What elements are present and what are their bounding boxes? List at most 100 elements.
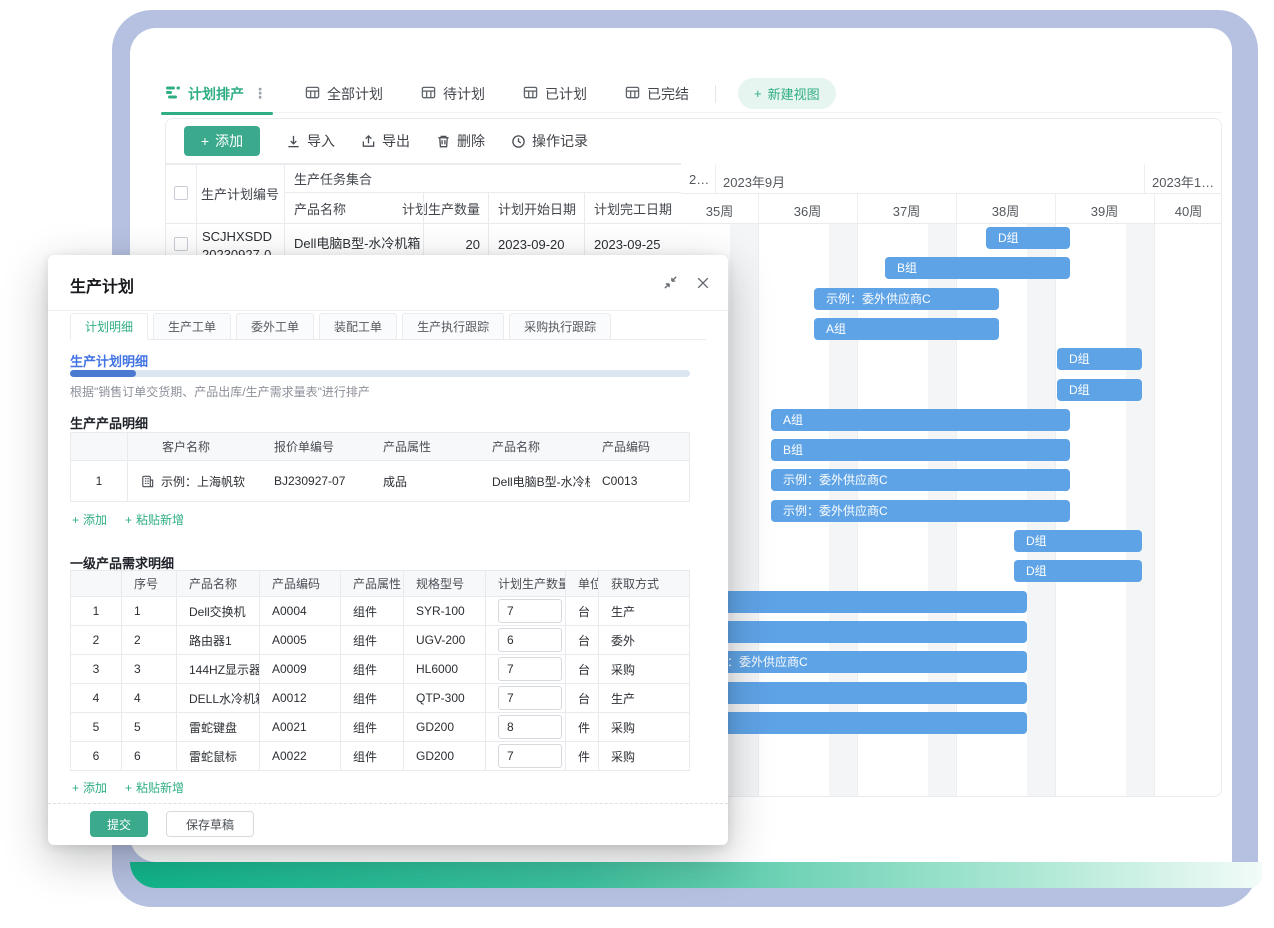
table-view-icon	[305, 85, 320, 103]
modal-tab-生产执行跟踪[interactable]: 生产执行跟踪	[402, 313, 504, 340]
plan-detail-link[interactable]: 生产计划明细	[70, 351, 148, 370]
submit-button[interactable]: 提交	[90, 811, 148, 837]
production-plan-modal: 生产计划 计划明细生产工单委外工单装配工单生产执行跟踪采购执行跟踪 生产计划明细…	[48, 255, 728, 845]
cell: A0005	[259, 626, 340, 654]
close-icon[interactable]	[696, 276, 710, 295]
operation-log-button[interactable]: 操作记录	[511, 131, 588, 151]
gantt-bar[interactable]: D组	[1057, 348, 1142, 370]
cell: 组件	[340, 742, 403, 770]
gantt-bar[interactable]: A组	[814, 318, 999, 340]
view-tab-bar: 计划排产 ⋮ 全部计划 待计划 已计划 已完结 + 新建视图	[165, 75, 1222, 113]
column-header-start-date: 计划开始日期	[488, 193, 584, 223]
cell: 雷蛇键盘	[176, 713, 259, 741]
cell: 台	[565, 655, 598, 683]
view-tab-planned[interactable]: 已计划	[523, 75, 587, 113]
header-cell: 产品属性	[371, 433, 480, 460]
save-draft-button[interactable]: 保存草稿	[166, 811, 254, 837]
paste-add-button[interactable]: +粘贴新增	[125, 511, 184, 528]
modal-tab-委外工单[interactable]: 委外工单	[236, 313, 314, 340]
gantt-bar[interactable]: 示例：委外供应商C	[771, 500, 1070, 522]
import-button[interactable]: 导入	[286, 131, 335, 151]
delete-label: 删除	[457, 131, 485, 151]
cell: QTP-300	[403, 684, 485, 712]
cell: 台	[565, 684, 598, 712]
gantt-bar[interactable]: B组	[771, 439, 1070, 461]
qty-input[interactable]	[498, 599, 562, 623]
company-icon	[140, 474, 155, 489]
gantt-week-label: 35周	[681, 201, 758, 220]
row-checkbox[interactable]	[174, 237, 188, 251]
cell: 4	[121, 684, 176, 712]
progress-track	[70, 370, 690, 377]
cell: 委外	[598, 626, 689, 654]
gantt-bar[interactable]: D组	[1057, 379, 1142, 401]
view-tab-more-icon[interactable]: ⋮	[253, 85, 267, 102]
qty-input[interactable]	[498, 686, 562, 710]
gantt-bar[interactable]: A组	[691, 621, 1027, 643]
qty-input[interactable]	[498, 715, 562, 739]
collapse-icon[interactable]	[663, 275, 678, 295]
week-divider	[1154, 193, 1155, 797]
view-tab-finished[interactable]: 已完结	[625, 75, 689, 113]
new-view-button[interactable]: + 新建视图	[738, 78, 836, 109]
view-tab-plan-scheduling[interactable]: 计划排产 ⋮	[165, 75, 267, 113]
gantt-bar[interactable]: D组	[986, 227, 1070, 249]
table1-actions: +添加 +粘贴新增	[72, 511, 184, 528]
table-header-row: 序号产品名称产品编码产品属性规格型号计划生产数量单位获取方式	[71, 571, 689, 596]
gantt-bar[interactable]: 示例：委外供应商C	[814, 288, 999, 310]
modal-tab-生产工单[interactable]: 生产工单	[153, 313, 231, 340]
delete-button[interactable]: 删除	[436, 131, 485, 151]
table2-actions: +添加 +粘贴新增	[72, 779, 184, 796]
modal-tab-bar: 计划明细生产工单委外工单装配工单生产执行跟踪采购执行跟踪	[70, 313, 616, 340]
cell: 生产	[598, 684, 689, 712]
view-tab-pending[interactable]: 待计划	[421, 75, 485, 113]
cell: 采购	[598, 742, 689, 770]
plus-icon: +	[72, 513, 79, 527]
table-row: 44DELL水冷机箱A0012组件QTP-300台生产	[71, 683, 689, 712]
export-button[interactable]: 导出	[361, 131, 410, 151]
modal-title: 生产计划	[70, 273, 134, 297]
column-header-plan-no: 生产计划编号	[196, 164, 284, 223]
clock-icon	[511, 134, 526, 149]
gantt-bar[interactable]: D组	[1014, 530, 1142, 552]
add-row-button[interactable]: +添加	[72, 511, 107, 528]
gantt-bar[interactable]: B组	[885, 257, 1070, 279]
modal-tab-计划明细[interactable]: 计划明细	[70, 313, 148, 340]
gantt-bar[interactable]: D组	[1014, 560, 1142, 582]
modal-tab-装配工单[interactable]: 装配工单	[319, 313, 397, 340]
gantt-bar[interactable]: B组	[691, 712, 1027, 734]
modal-tab-采购执行跟踪[interactable]: 采购执行跟踪	[509, 313, 611, 340]
qty-input[interactable]	[498, 744, 562, 768]
cell: UGV-200	[403, 626, 485, 654]
gantt-bar[interactable]: 示例：委外供应商C	[771, 469, 1070, 491]
cell: HL6000	[403, 655, 485, 683]
gantt-bar[interactable]: 示例：委外供应商C	[691, 651, 1027, 673]
header-checkbox[interactable]	[174, 186, 188, 200]
gantt-bar[interactable]: B组	[691, 591, 1027, 613]
gantt-bar[interactable]: A组	[691, 682, 1027, 704]
import-icon	[286, 134, 301, 149]
cell: 台	[565, 597, 598, 625]
cell: A0021	[259, 713, 340, 741]
week-divider	[857, 193, 858, 797]
cell: 台	[565, 626, 598, 654]
header-cell: 计划生产数量	[485, 571, 565, 596]
cell: 组件	[340, 713, 403, 741]
cell: 采购	[598, 713, 689, 741]
plan-description: 根据"销售订单交货期、产品出库/生产需求量表"进行排产	[70, 383, 370, 400]
cell: 路由器1	[176, 626, 259, 654]
qty-input[interactable]	[498, 657, 562, 681]
add-row-button[interactable]: +添加	[72, 779, 107, 796]
cell: A0022	[259, 742, 340, 770]
grid-line	[681, 223, 1222, 224]
table-view-icon	[421, 85, 436, 103]
qty-input[interactable]	[498, 628, 562, 652]
add-button[interactable]: + 添加	[184, 126, 260, 156]
cell-index: 5	[71, 713, 121, 741]
view-tab-all-plans[interactable]: 全部计划	[305, 75, 383, 113]
paste-add-button[interactable]: +粘贴新增	[125, 779, 184, 796]
cell: 组件	[340, 684, 403, 712]
gantt-bar[interactable]: A组	[771, 409, 1070, 431]
gantt-month-label: 202...	[689, 172, 713, 187]
cell: 1	[121, 597, 176, 625]
